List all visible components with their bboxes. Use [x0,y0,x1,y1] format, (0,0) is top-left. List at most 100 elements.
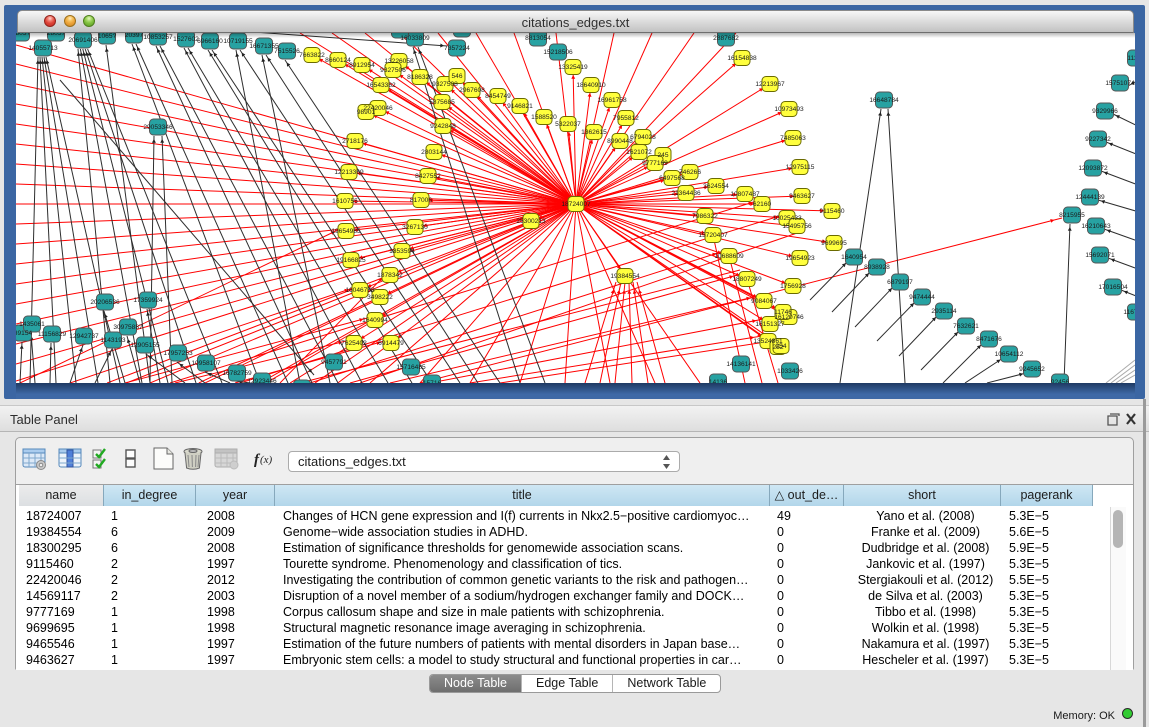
svg-text:1435061: 1435061 [19,321,45,328]
svg-text:13325419: 13325419 [558,64,588,71]
svg-text:12093872: 12093872 [1078,165,1108,172]
svg-text:15218506: 15218506 [543,49,573,56]
svg-text:12213967: 12213967 [755,81,785,88]
svg-text:1167533: 1167533 [1123,309,1135,316]
svg-text:62160: 62160 [753,201,772,208]
svg-text:9699695: 9699695 [821,240,847,247]
svg-text:8813054: 8813054 [525,35,551,42]
svg-text:5875685: 5875685 [429,99,455,106]
svg-text:11127: 11127 [1127,55,1135,62]
svg-text:6914479: 6914479 [378,340,404,347]
svg-text:19654985: 19654985 [331,228,361,235]
svg-text:8427552: 8427552 [415,173,441,180]
svg-text:7955812: 7955812 [613,115,639,122]
svg-text:16033809: 16033809 [400,35,430,42]
svg-text:1033426: 1033426 [777,368,803,375]
svg-text:7663822: 7663822 [299,52,325,59]
svg-text:15720407: 15720407 [698,232,728,239]
svg-text:546: 546 [451,73,462,80]
svg-text:98901: 98901 [357,109,376,116]
svg-text:10807487: 10807487 [730,191,760,198]
svg-text:11156829: 11156829 [38,331,67,338]
svg-text:19384554: 19384554 [610,273,640,280]
svg-text:5322037: 5322037 [555,121,581,128]
svg-text:16154838: 16154838 [727,55,757,62]
svg-text:3498222: 3498222 [367,294,393,301]
svg-text:12975115: 12975115 [786,164,815,171]
svg-text:11746: 11746 [774,309,792,316]
svg-text:1353594: 1353594 [389,248,415,255]
svg-text:39154: 39154 [16,330,32,337]
svg-text:16046788: 16046788 [345,287,375,294]
svg-text:18724007: 18724007 [561,201,591,208]
svg-text:3267130: 3267130 [402,224,428,231]
svg-text:9327508: 9327508 [432,81,458,88]
svg-text:9327506: 9327506 [380,67,406,74]
svg-text:16961758: 16961758 [597,97,627,104]
svg-text:25300213: 25300213 [516,218,546,225]
svg-text:2803144: 2803144 [421,149,447,156]
svg-text:18640910: 18640910 [576,82,606,89]
svg-text:16151327: 16151327 [755,321,785,328]
svg-text:10973493: 10973493 [774,106,804,113]
svg-text:1362615: 1362615 [581,129,607,136]
svg-text:10853257: 10853257 [143,34,173,41]
svg-text:10688609: 10688609 [714,253,744,260]
svg-text:7632621: 7632621 [953,323,979,330]
svg-text:7515526: 7515526 [274,48,300,55]
svg-text:9245652: 9245652 [1019,366,1045,373]
svg-text:16648784: 16648784 [869,97,899,104]
svg-text:19654923: 19654923 [785,255,815,262]
svg-text:2803: 2803 [393,33,408,34]
svg-text:16782759: 16782759 [222,370,252,377]
svg-text:12213369: 12213369 [334,169,364,176]
svg-text:12444139: 12444139 [1075,194,1105,201]
svg-text:9777169: 9777169 [642,160,668,167]
svg-text:21364436: 21364436 [671,190,701,197]
svg-text:7357224: 7357224 [444,45,470,52]
svg-text:7986322: 7986322 [692,213,718,220]
svg-text:14055713: 14055713 [28,45,58,52]
svg-text:14136141: 14136141 [726,361,756,368]
svg-text:29053346: 29053346 [143,124,173,131]
svg-text:19166825: 19166825 [336,257,366,264]
svg-text:1143193: 1143193 [100,337,126,344]
svg-text:1640954: 1640954 [841,254,867,261]
svg-text:7625402: 7625402 [341,340,367,347]
svg-text:6879197: 6879197 [887,279,913,286]
svg-text:10958107: 10958107 [191,360,221,367]
svg-text:2967608: 2967608 [459,87,485,94]
svg-text:2718176: 2718176 [342,138,368,145]
svg-text:8454749: 8454749 [485,93,511,100]
svg-text:254: 254 [775,343,786,350]
svg-text:16210643: 16210643 [1081,223,1111,230]
svg-text:6794028: 6794028 [630,134,656,141]
svg-text:17359924: 17359924 [133,297,163,304]
svg-text:8660124: 8660124 [325,57,351,64]
svg-text:9084067: 9084067 [751,298,777,305]
svg-text:1588520: 1588520 [531,114,557,121]
svg-text:1756928: 1756928 [780,283,806,290]
svg-text:15692071: 15692071 [1085,252,1115,259]
svg-text:1527602: 1527602 [173,36,199,43]
svg-text:17957253: 17957253 [163,350,193,357]
svg-text:1065?: 1065? [98,33,117,40]
svg-text:9146821: 9146821 [507,103,533,110]
svg-text:17016504: 17016504 [1098,284,1128,291]
svg-text:9242848: 9242848 [430,123,456,130]
svg-text:12905155: 12905155 [130,342,160,349]
svg-text:8471676: 8471676 [976,336,1002,343]
svg-text:8912954: 8912954 [349,62,375,69]
svg-text:28037: 28037 [47,33,66,37]
svg-text:1640994: 1640994 [362,317,388,324]
svg-text:18807249: 18807249 [732,276,762,283]
svg-text:15716485: 15716485 [396,364,426,371]
svg-text:3624554: 3624554 [703,183,729,190]
svg-text:8215955: 8215955 [1059,212,1085,219]
svg-text:(x): (x) [260,454,273,466]
svg-text:15495756: 15495756 [782,223,812,230]
svg-text:16543382: 16543382 [366,82,396,89]
svg-text:1621072: 1621072 [626,149,652,156]
svg-text:8186328: 8186328 [407,74,433,81]
svg-text:15751074: 15751074 [1105,80,1135,87]
